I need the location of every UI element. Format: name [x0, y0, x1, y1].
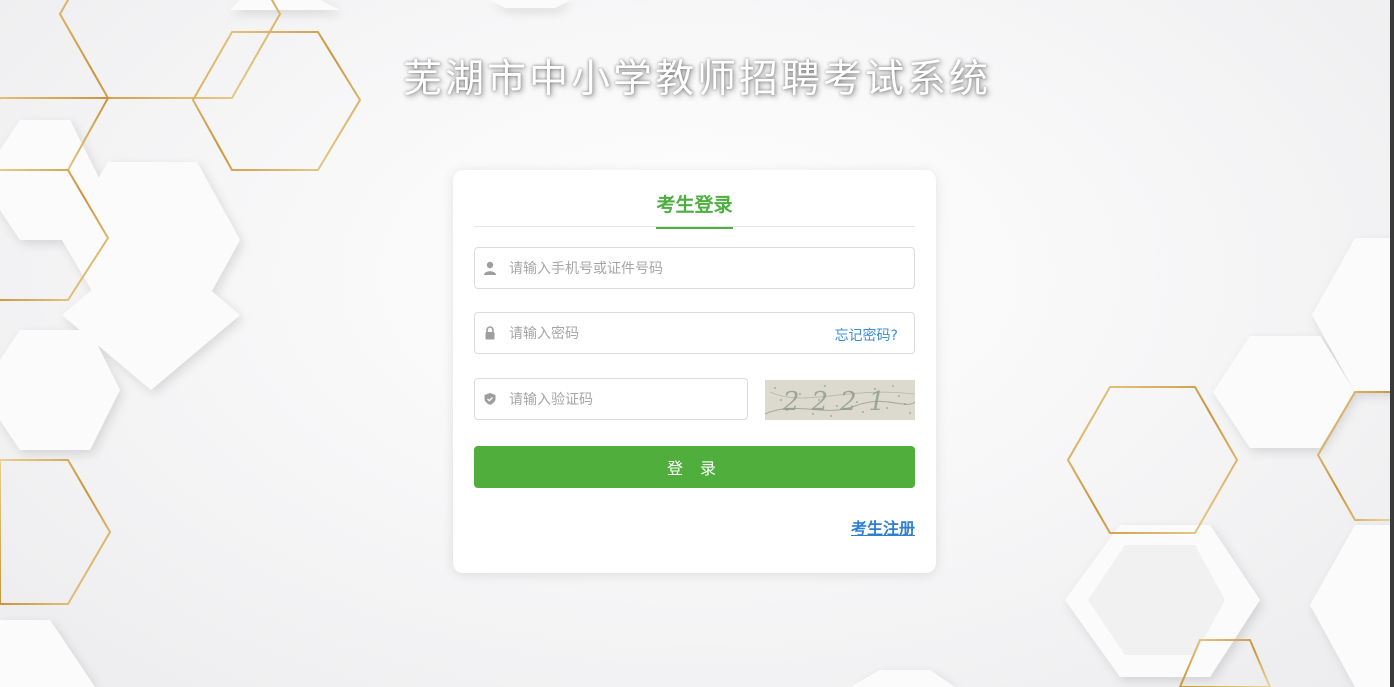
password-input[interactable] [507, 313, 791, 355]
captcha-image[interactable]: 2221 [765, 380, 915, 420]
password-field: 忘记密码? [474, 312, 915, 355]
forgot-password-link[interactable]: 忘记密码? [835, 325, 898, 345]
page-title: 芜湖市中小学教师招聘考试系统 [402, 57, 991, 102]
username-input[interactable] [507, 248, 911, 290]
user-icon [484, 261, 496, 275]
shield-icon [484, 393, 496, 405]
username-field [474, 247, 915, 290]
login-card-header: 考生登录 [474, 170, 915, 229]
login-button[interactable]: 登 录 [474, 446, 915, 488]
captcha-input[interactable] [507, 379, 741, 421]
captcha-field [474, 378, 748, 421]
login-card: 考生登录 忘记密码? [453, 170, 936, 573]
window-edge [1390, 0, 1394, 687]
register-link[interactable]: 考生注册 [851, 515, 915, 539]
captcha-text: 2221 [782, 387, 897, 417]
tab-candidate-login[interactable]: 考生登录 [656, 190, 733, 229]
lock-icon [485, 326, 495, 340]
